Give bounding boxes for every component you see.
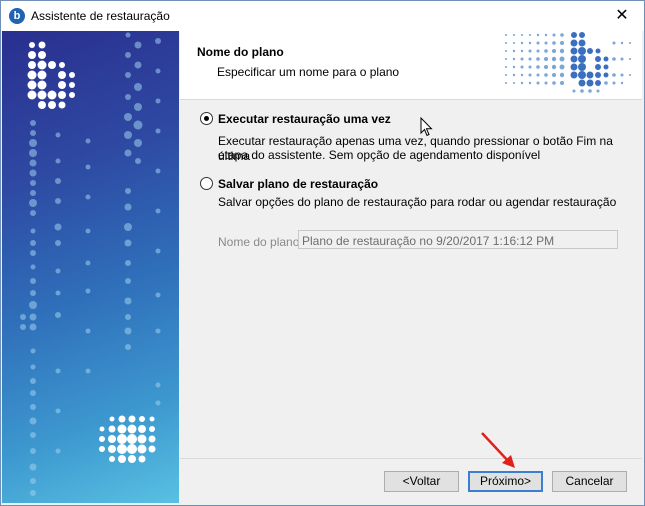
save-plan-radio[interactable] — [200, 177, 213, 190]
header-logo-icon — [505, 32, 631, 93]
save-plan-description: Salvar opções do plano de restauração pa… — [218, 195, 617, 209]
back-button[interactable]: <Voltar — [384, 471, 459, 492]
app-logo-icon: b — [9, 8, 25, 24]
next-button[interactable]: Próximo> — [468, 471, 543, 492]
save-plan-label[interactable]: Salvar plano de restauração — [218, 177, 378, 191]
run-once-radio[interactable] — [200, 112, 213, 125]
plan-name-input[interactable]: Plano de restauração no 9/20/2017 1:16:1… — [298, 230, 618, 249]
run-once-label[interactable]: Executar restauração uma vez — [218, 112, 391, 126]
page-subtitle: Especificar um nome para o plano — [217, 65, 400, 79]
window-title: Assistente de restauração — [31, 9, 170, 23]
plan-name-label: Nome do plano: — [218, 235, 303, 249]
wizard-header: Nome do plano Especificar um nome para o… — [180, 31, 642, 100]
close-icon: ✕ — [615, 7, 629, 24]
wizard-side-banner — [2, 31, 179, 503]
close-button[interactable]: ✕ — [600, 1, 644, 31]
annotation-arrow-icon — [481, 432, 515, 468]
page-title: Nome do plano — [197, 45, 284, 59]
run-once-description-line-2: etapa do assistente. Sem opção de agenda… — [218, 148, 541, 162]
mouse-cursor-icon — [420, 117, 433, 137]
title-bar: b Assistente de restauração ✕ — [1, 1, 644, 31]
footer-divider — [180, 458, 642, 459]
cancel-button[interactable]: Cancelar — [552, 471, 627, 492]
dot-pattern-decoration — [20, 32, 161, 496]
